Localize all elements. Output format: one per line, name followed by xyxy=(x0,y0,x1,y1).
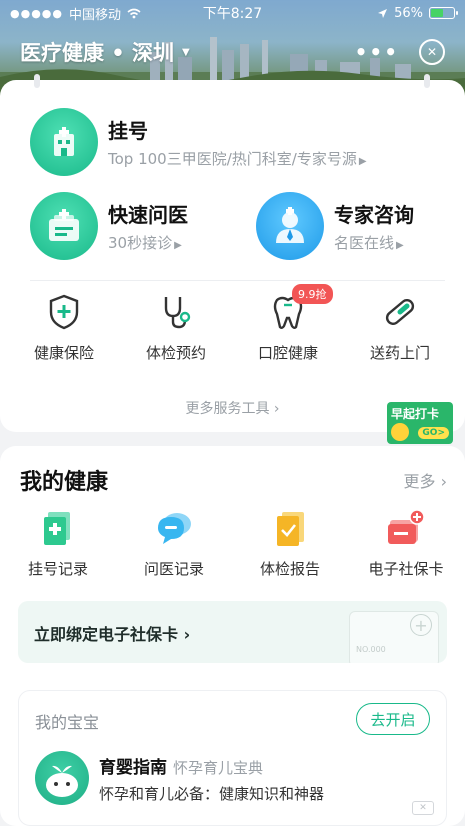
register-record-icon xyxy=(44,512,70,545)
tool-medicine-delivery[interactable]: 送药上门 xyxy=(344,292,456,363)
shortcut-label: 电子社保卡 xyxy=(368,560,444,578)
plus-icon: + xyxy=(410,614,432,636)
wifi-icon xyxy=(127,8,141,18)
bind-banner-label: 立即绑定电子社保卡 xyxy=(34,625,179,644)
chevron-right-icon: › xyxy=(183,625,191,644)
consult-record[interactable]: 问医记录 xyxy=(116,508,232,579)
tool-health-insurance[interactable]: 健康保险 xyxy=(8,292,120,363)
tool-checkup-booking[interactable]: 体检预约 xyxy=(120,292,232,363)
my-baby-card: 我的宝宝 去开启 育婴指南 怀孕育儿宝典 怀孕和育儿必备：健康知识和神器 ✕ xyxy=(18,690,447,826)
signal-icon: ●●●●● xyxy=(10,6,63,20)
more-dots-icon[interactable]: ••• xyxy=(355,40,399,64)
shortcut-label: 挂号记录 xyxy=(27,560,88,578)
social-security-card[interactable]: 电子社保卡 xyxy=(348,508,464,579)
go-badge: GO> xyxy=(418,427,449,439)
baby-guide-tag: 怀孕育儿宝典 xyxy=(173,759,264,777)
pill-icon xyxy=(385,299,415,325)
promo-badge: 9.9抢 xyxy=(292,284,333,304)
location-arrow-icon xyxy=(378,8,388,18)
register-subtitle: Top 100三甲医院/热门科室/专家号源 xyxy=(108,150,357,168)
medical-kit-icon xyxy=(30,192,98,260)
chevron-right-icon: › xyxy=(440,472,447,491)
checkup-report[interactable]: 体检报告 xyxy=(232,508,348,579)
register-title: 挂号 xyxy=(108,119,148,143)
expert-subtitle: 名医在线 xyxy=(334,234,395,252)
close-circle-icon[interactable]: ✕ xyxy=(419,39,445,65)
section-title: 我的健康 xyxy=(20,470,109,495)
card-illustration: + NO.000 xyxy=(349,611,439,663)
baby-section-title: 我的宝宝 xyxy=(35,713,100,732)
tool-label: 口腔健康 xyxy=(257,344,318,362)
early-punch-button[interactable]: 早起打卡 GO> xyxy=(387,402,453,444)
page-title: 医疗健康 • 深圳 xyxy=(20,41,175,65)
social-card-icon xyxy=(388,509,425,544)
card-ring-left xyxy=(34,74,40,88)
card-number: NO.000 xyxy=(356,645,386,654)
quick-consult-subtitle: 30秒接诊 xyxy=(108,234,173,252)
shield-plus-icon xyxy=(49,294,79,330)
battery-percent: 56% xyxy=(394,5,423,21)
baby-guide-avatar xyxy=(35,751,89,805)
carrier-label: 中国移动 xyxy=(69,7,122,23)
chat-bubble-icon xyxy=(158,513,191,544)
shortcut-label: 问医记录 xyxy=(143,560,204,578)
battery-fill xyxy=(431,9,443,17)
chevron-down-icon: ▼ xyxy=(182,46,190,58)
my-health-card: 我的健康 更多 › 挂号记录 问医记录 体检报告 电子社保卡 立即绑定电子社保卡… xyxy=(0,446,465,826)
early-punch-label: 早起打卡 xyxy=(391,407,440,421)
health-shortcuts: 挂号记录 问医记录 体检报告 电子社保卡 xyxy=(0,508,465,579)
sun-icon xyxy=(391,423,409,441)
quick-consult-service[interactable]: 快速问医 30秒接诊 ▶ xyxy=(30,192,188,260)
services-card: 挂号 Top 100三甲医院/热门科室/专家号源▶ 快速问医 30秒接诊▶ xyxy=(0,74,465,432)
bind-social-card-banner[interactable]: 立即绑定电子社保卡 › + NO.000 xyxy=(18,601,447,663)
doctor-icon xyxy=(256,192,324,260)
register-record[interactable]: 挂号记录 xyxy=(0,508,116,579)
expert-title: 专家咨询 xyxy=(334,203,414,227)
more-tools-label: 更多服务工具 xyxy=(185,401,270,417)
chevron-right-icon: ▶ xyxy=(396,240,404,251)
close-ad-icon[interactable]: ✕ xyxy=(412,801,434,815)
baby-guide-name: 育婴指南 xyxy=(99,758,167,778)
tool-label: 体检预约 xyxy=(145,344,206,362)
section-divider xyxy=(30,280,445,281)
more-link[interactable]: 更多 › xyxy=(403,468,447,492)
status-bar: ●●●●● 中国移动 下午8:27 56% xyxy=(0,0,465,26)
tool-label: 健康保险 xyxy=(33,344,94,362)
chevron-right-icon: › xyxy=(273,401,280,417)
card-ring-right xyxy=(424,74,430,88)
clock: 下午8:27 xyxy=(202,6,263,22)
baby-guide-description: 怀孕和育儿必备：健康知识和神器 xyxy=(99,785,325,803)
city-selector[interactable]: 医疗健康 • 深圳 ▼ xyxy=(20,37,190,67)
tool-label: 送药上门 xyxy=(369,344,430,362)
start-button[interactable]: 去开启 xyxy=(356,703,430,735)
more-label: 更多 xyxy=(403,472,436,491)
stethoscope-icon xyxy=(164,297,191,329)
quick-tools: 健康保险 体检预约 9.9抢 口腔健康 送药上门 xyxy=(0,284,465,363)
quick-consult-title: 快速问医 xyxy=(108,203,188,227)
hospital-icon xyxy=(30,108,98,176)
register-service[interactable]: 挂号 Top 100三甲医院/热门科室/专家号源 ▶ xyxy=(30,108,367,176)
expert-consult-service[interactable]: 专家咨询 名医在线 ▶ xyxy=(256,192,414,260)
report-icon xyxy=(277,512,304,546)
chevron-right-icon: ▶ xyxy=(358,156,367,167)
tool-dental-health[interactable]: 9.9抢 口腔健康 xyxy=(232,284,344,363)
shortcut-label: 体检报告 xyxy=(259,560,320,578)
nav-bar: 医疗健康 • 深圳 ▼ ••• ✕ xyxy=(0,30,465,74)
chevron-right-icon: ▶ xyxy=(174,240,182,251)
battery-icon xyxy=(429,7,458,19)
